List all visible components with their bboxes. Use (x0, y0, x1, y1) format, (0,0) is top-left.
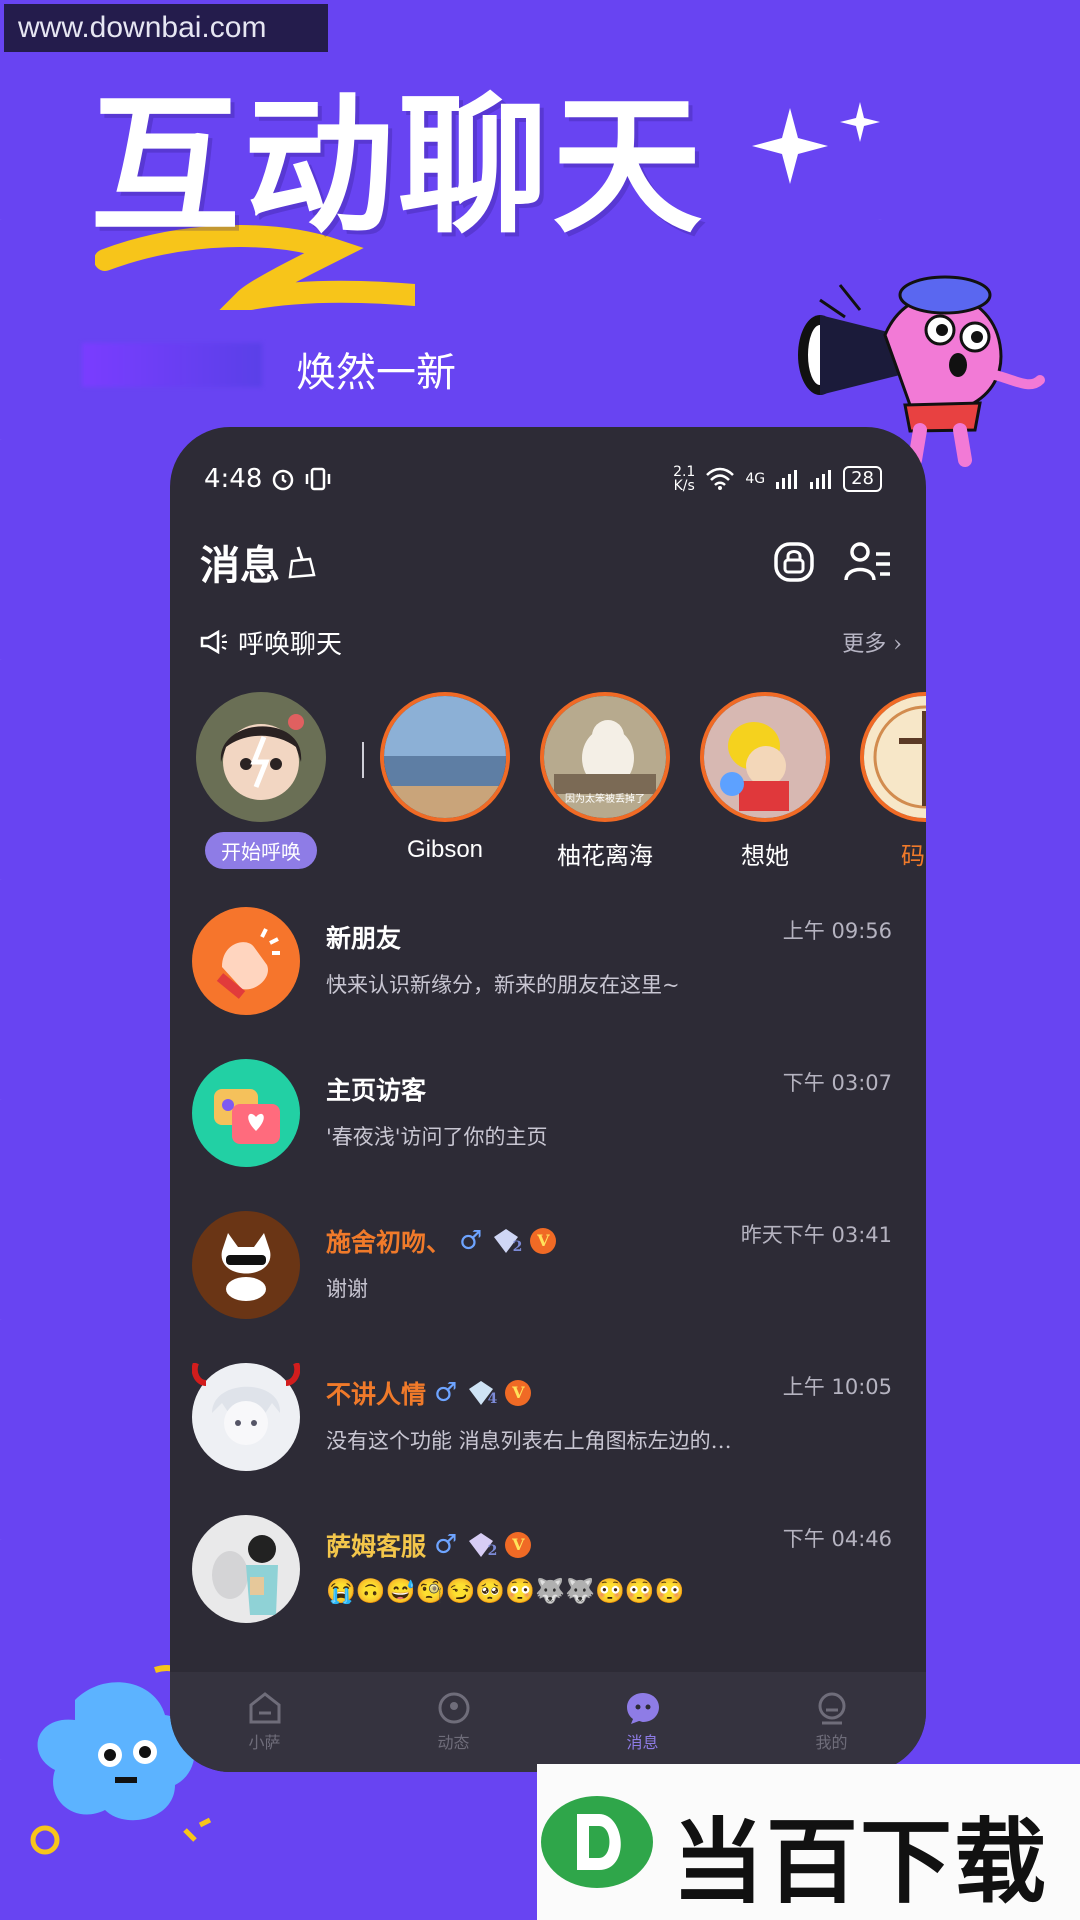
conversation-time: 昨天下午 03:41 (740, 1223, 892, 1247)
conversation-title: 主页访客 (326, 1076, 427, 1105)
tagline-blur (82, 343, 262, 387)
new-friends-avatar (192, 907, 300, 1015)
conversation-preview: '春夜浅'访问了你的主页 (326, 1125, 548, 1149)
bottom-tab-bar: 小萨 动态 消息 我的 (170, 1672, 926, 1772)
watermark: www.downbai.com (4, 4, 328, 52)
male-gender-icon: ♂ (434, 1530, 458, 1560)
conversation-preview: 没有这个功能 消息列表右上角图标左边的… (326, 1429, 732, 1453)
conversation-title-row: 施舍初吻、 ♂ 2 V (326, 1223, 557, 1259)
lock-icon[interactable] (772, 540, 816, 584)
story-item[interactable]: Gibson (380, 692, 510, 864)
conversation-row[interactable]: 新朋友 快来认识新缘分，新来的朋友在这里~ 上午 09:56 (170, 907, 926, 1059)
conversation-row[interactable]: 萨姆客服 ♂ 2 V 😭🙃😅🧐😏🥺😳🐺🐺😳😳😳 下午 04:46 (170, 1515, 926, 1667)
logo-text: 当百下载 (672, 1809, 1049, 1916)
broom-icon[interactable] (286, 545, 316, 579)
contacts-icon[interactable] (844, 540, 892, 584)
profile-icon (818, 1692, 845, 1725)
vip-badge-icon: V (530, 1228, 557, 1254)
stories-divider (362, 742, 364, 778)
status-bar: 4:48 2.1 K/s 4G 28 (204, 457, 882, 501)
conversation-preview: 谢谢 (326, 1277, 368, 1301)
self-avatar (196, 692, 326, 822)
signal-icon (776, 470, 798, 489)
page-title: 消息 (200, 542, 280, 589)
story-avatar (380, 692, 510, 822)
summon-chat-row: 呼唤聊天 更多 › (200, 617, 902, 667)
level-badge-icon: 2 (490, 1227, 522, 1255)
tab-xiaosa[interactable]: 小萨 (205, 1691, 325, 1753)
tab-label: 小萨 (248, 1733, 281, 1752)
level-badge-icon: 4 (465, 1379, 497, 1407)
story-avatar (700, 692, 830, 822)
site-logo: 当百下载 (537, 1764, 1080, 1920)
conversation-row[interactable]: 主页访客 '春夜浅'访问了你的主页 下午 03:07 (170, 1059, 926, 1211)
tab-label: 消息 (626, 1733, 659, 1752)
visitors-avatar (192, 1059, 300, 1167)
start-summon-pill[interactable]: 开始呼唤 (205, 832, 317, 869)
moments-icon (438, 1692, 469, 1724)
story-self[interactable]: 开始呼唤 (196, 692, 326, 869)
conversation-title: 新朋友 (326, 924, 402, 953)
tab-me[interactable]: 我的 (772, 1691, 892, 1753)
network-type: 4G (745, 471, 766, 487)
conversation-row[interactable]: 施舍初吻、 ♂ 2 V 谢谢 昨天下午 03:41 (170, 1211, 926, 1363)
conversation-time: 上午 09:56 (782, 919, 892, 943)
conversation-row[interactable]: 不讲人情 ♂ 4 V 没有这个功能 消息列表右上角图标左边的… 上午 10:05 (170, 1361, 926, 1515)
story-caption: 因为太笨被丢掉了 (565, 794, 645, 805)
megaphone-icon (200, 630, 227, 654)
user-avatar (192, 1211, 300, 1319)
conversation-time: 下午 04:46 (782, 1527, 892, 1551)
conversation-title: 萨姆客服 (326, 1532, 427, 1561)
story-avatar: 因为太笨被丢掉了 (540, 692, 670, 822)
story-name: 柚花离海 (557, 842, 653, 870)
sparkle-icon (752, 102, 880, 184)
conversation-title-row: 不讲人情 ♂ 4 V (326, 1375, 532, 1411)
promo-headline: 互动聊天 (90, 80, 707, 254)
more-link[interactable]: 更多 › (842, 626, 902, 658)
level-badge-icon: 2 (465, 1531, 497, 1559)
alarm-icon (273, 469, 294, 491)
story-name: 想她 (741, 842, 789, 870)
signal-icon-2 (810, 470, 832, 489)
conversation-preview: 😭🙃😅🧐😏🥺😳🐺🐺😳😳😳 (326, 1577, 685, 1605)
vibrate-icon (306, 467, 331, 491)
story-name: 码字 (901, 842, 926, 870)
conversation-title: 不讲人情 (326, 1380, 427, 1409)
conversation-time: 下午 03:07 (782, 1071, 892, 1095)
logo-d-icon (541, 1796, 653, 1888)
story-name: Gibson (406, 836, 484, 863)
male-gender-icon: ♂ (434, 1378, 458, 1408)
male-gender-icon: ♂ (459, 1226, 483, 1256)
user-avatar (191, 1361, 301, 1471)
conversation-preview: 快来认识新缘分，新来的朋友在这里~ (326, 973, 680, 997)
messages-header: 消息 (200, 527, 892, 597)
home-icon (249, 1692, 280, 1724)
summon-label: 呼唤聊天 (238, 629, 343, 660)
conversation-title-row: 萨姆客服 ♂ 2 V (326, 1527, 532, 1563)
net-speed: 2.1 K/s (673, 464, 696, 494)
story-avatar (860, 692, 926, 822)
tab-moments[interactable]: 动态 (394, 1691, 514, 1753)
vip-badge-icon: V (505, 1532, 532, 1558)
tab-label: 动态 (437, 1733, 470, 1752)
conversation-list: 新朋友 快来认识新缘分，新来的朋友在这里~ 上午 09:56 主页访客 '春夜浅… (170, 907, 926, 1667)
phone-screen: 4:48 2.1 K/s 4G 28 消息 呼唤聊天 更多 › 开始呼唤 Gib… (170, 427, 926, 1772)
status-time: 4:48 (204, 464, 263, 494)
battery-indicator: 28 (843, 466, 882, 492)
conversation-title: 施舍初吻、 (326, 1228, 452, 1257)
tab-label: 我的 (815, 1733, 848, 1752)
tab-messages[interactable]: 消息 (583, 1691, 703, 1753)
chat-bubble-icon (626, 1693, 659, 1724)
conversation-time: 上午 10:05 (782, 1375, 892, 1399)
story-item[interactable]: 码字 (860, 692, 926, 871)
vip-badge-icon: V (505, 1380, 532, 1406)
story-item[interactable]: 因为太笨被丢掉了 柚花离海 (540, 692, 670, 871)
support-avatar (192, 1515, 300, 1623)
stories-row: 开始呼唤 Gibson 因为太笨被丢掉了 柚花离海 想她 码字 (196, 692, 926, 870)
promo-tagline: 焕然一新 (296, 350, 456, 396)
wifi-icon (706, 467, 735, 490)
story-item[interactable]: 想她 (700, 692, 830, 871)
